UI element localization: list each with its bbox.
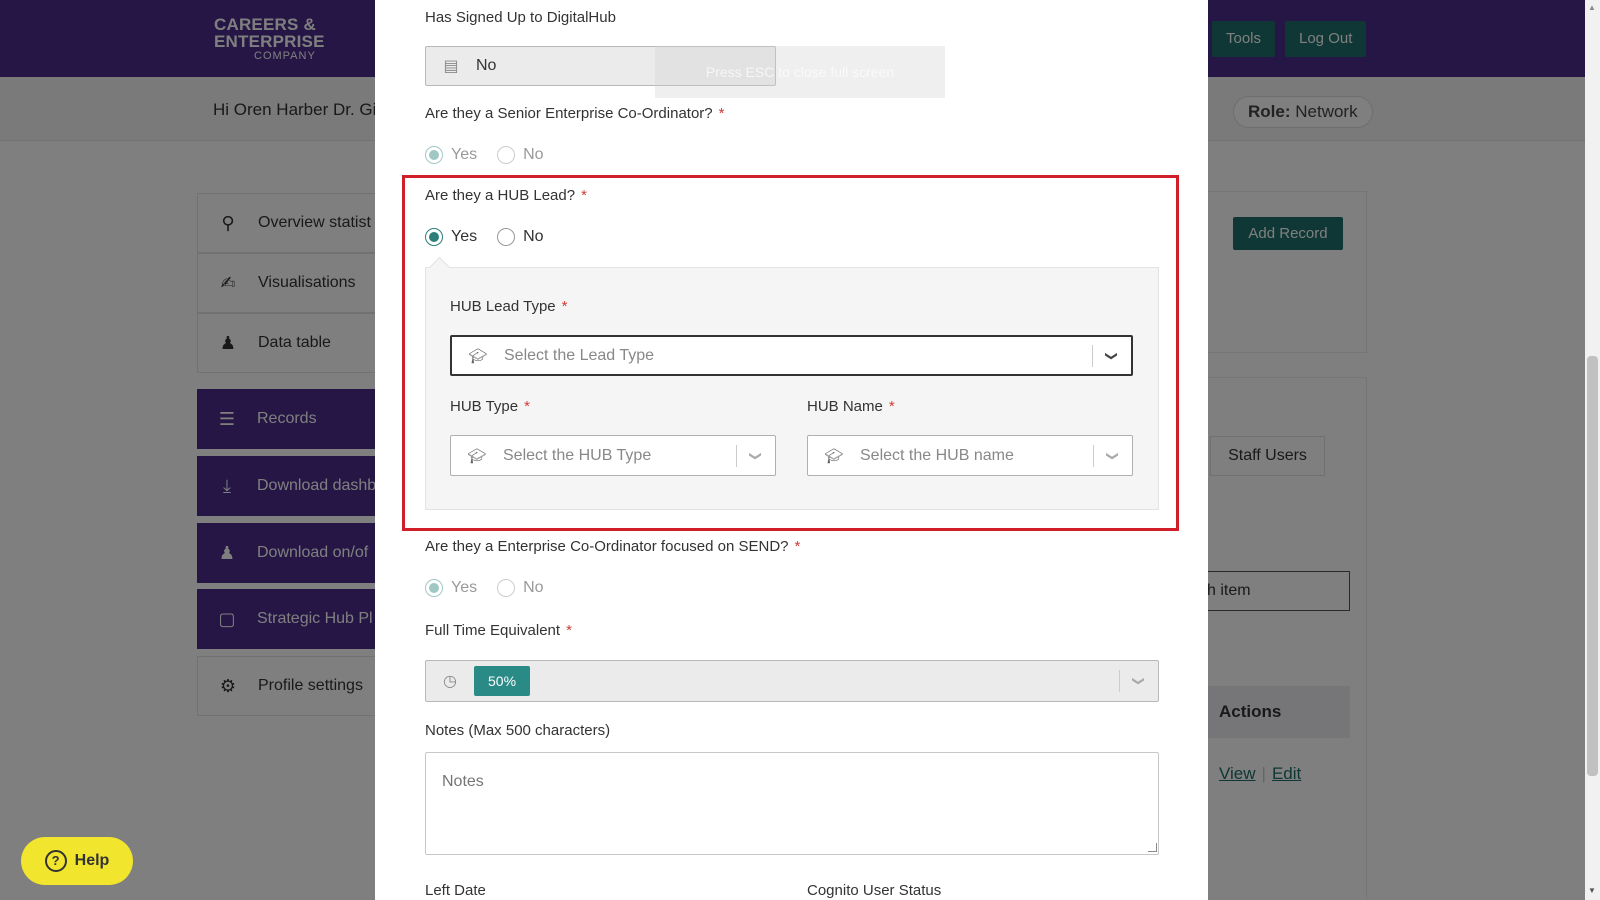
hub-lead-radio-group: Yes No bbox=[425, 228, 564, 246]
radio-label: No bbox=[523, 579, 544, 596]
hub-lead-type-placeholder: Select the Lead Type bbox=[504, 346, 655, 364]
graduation-cap-icon: 🎓︎ bbox=[468, 347, 488, 365]
senior-coord-no-radio[interactable]: No bbox=[497, 146, 544, 164]
graduation-cap-icon: 🎓︎ bbox=[824, 447, 844, 465]
graduation-cap-icon: 🎓︎ bbox=[467, 447, 487, 465]
hub-type-label-text: HUB Type bbox=[450, 398, 519, 415]
chevron-down-icon[interactable]: ❯ bbox=[1106, 437, 1120, 475]
chevron-down-icon[interactable]: ❯ bbox=[749, 437, 763, 475]
hub-lead-label: Are they a HUB Lead? * bbox=[425, 187, 587, 204]
page-scrollbar[interactable]: ▲ ▼ bbox=[1585, 0, 1600, 900]
hub-lead-type-label: HUB Lead Type * bbox=[450, 298, 567, 315]
required-marker: * bbox=[561, 298, 568, 315]
notes-textarea[interactable] bbox=[425, 752, 1159, 855]
senior-coord-label-text: Are they a Senior Enterprise Co-Ordinato… bbox=[425, 105, 713, 122]
select-divider bbox=[1093, 444, 1094, 467]
radio-dot bbox=[497, 146, 516, 164]
scroll-down-icon[interactable]: ▼ bbox=[1588, 886, 1596, 895]
clock-icon: ◷ bbox=[443, 673, 457, 690]
hub-type-select[interactable]: 🎓︎ Select the HUB Type ❯ bbox=[450, 435, 776, 476]
hub-name-label-text: HUB Name bbox=[807, 398, 883, 415]
send-coord-radio-group: Yes No bbox=[425, 579, 564, 597]
send-coord-label-text: Are they a Enterprise Co-Ordinator focus… bbox=[425, 538, 789, 555]
hub-name-select[interactable]: 🎓︎ Select the HUB name ❯ bbox=[807, 435, 1133, 476]
fte-label-text: Full Time Equivalent bbox=[425, 622, 561, 639]
required-marker: * bbox=[888, 398, 895, 415]
hub-lead-yes-radio[interactable]: Yes bbox=[425, 228, 477, 246]
calendar-icon: ▤ bbox=[443, 58, 459, 75]
signed-up-value: No bbox=[476, 57, 497, 74]
radio-label: Yes bbox=[451, 228, 478, 245]
fte-label: Full Time Equivalent * bbox=[425, 622, 572, 639]
required-marker: * bbox=[581, 187, 587, 204]
cognito-status-label: Cognito User Status bbox=[807, 882, 942, 899]
radio-dot bbox=[497, 579, 516, 597]
hub-lead-type-select[interactable]: 🎓︎ Select the Lead Type ❯ bbox=[450, 335, 1133, 376]
radio-dot bbox=[425, 228, 443, 246]
radio-label: No bbox=[523, 146, 544, 163]
scroll-up-icon[interactable]: ▲ bbox=[1588, 3, 1596, 12]
hub-type-label: HUB Type * bbox=[450, 398, 530, 415]
radio-dot bbox=[425, 579, 443, 597]
send-coord-yes-radio[interactable]: Yes bbox=[425, 579, 477, 597]
hub-name-label: HUB Name * bbox=[807, 398, 895, 415]
fte-select[interactable]: ◷ 50% ❯ bbox=[425, 660, 1159, 702]
notes-label: Notes (Max 500 characters) bbox=[425, 722, 611, 739]
send-coord-label: Are they a Enterprise Co-Ordinator focus… bbox=[425, 538, 800, 555]
required-marker: * bbox=[524, 398, 530, 415]
hub-lead-no-radio[interactable]: No bbox=[497, 228, 544, 246]
hub-lead-label-text: Are they a HUB Lead? bbox=[425, 187, 576, 204]
required-marker: * bbox=[718, 105, 725, 122]
required-marker: * bbox=[794, 538, 801, 555]
scrollbar-thumb[interactable] bbox=[1587, 356, 1598, 776]
chevron-down-icon[interactable]: ❯ bbox=[1105, 337, 1119, 375]
select-divider bbox=[1092, 344, 1093, 367]
radio-label: No bbox=[523, 228, 544, 245]
required-marker: * bbox=[566, 622, 572, 639]
senior-coord-radio-group: Yes No bbox=[425, 146, 564, 164]
signed-up-label: Has Signed Up to DigitalHub bbox=[425, 9, 616, 26]
senior-coord-yes-radio[interactable]: Yes bbox=[425, 146, 477, 164]
help-button[interactable]: ? Help bbox=[21, 837, 133, 885]
senior-coord-label: Are they a Senior Enterprise Co-Ordinato… bbox=[425, 105, 724, 122]
question-icon: ? bbox=[44, 850, 67, 872]
left-date-label: Left Date bbox=[425, 882, 486, 899]
hub-name-placeholder: Select the HUB name bbox=[860, 446, 1014, 464]
fullscreen-toast: Press ESC to close full screen bbox=[655, 46, 945, 98]
send-coord-no-radio[interactable]: No bbox=[497, 579, 544, 597]
chevron-down-icon[interactable]: ❯ bbox=[1132, 662, 1146, 700]
radio-dot bbox=[497, 228, 516, 246]
fte-value-tag: 50% bbox=[474, 666, 531, 696]
radio-dot bbox=[425, 146, 443, 164]
hub-type-placeholder: Select the HUB Type bbox=[503, 446, 652, 464]
select-divider bbox=[1119, 670, 1120, 692]
help-label: Help bbox=[74, 852, 110, 869]
select-divider bbox=[736, 444, 737, 467]
textarea-resize-handle[interactable] bbox=[1148, 843, 1157, 852]
radio-label: Yes bbox=[451, 146, 478, 163]
radio-label: Yes bbox=[451, 579, 478, 596]
hub-lead-type-label-text: HUB Lead Type bbox=[450, 298, 556, 315]
